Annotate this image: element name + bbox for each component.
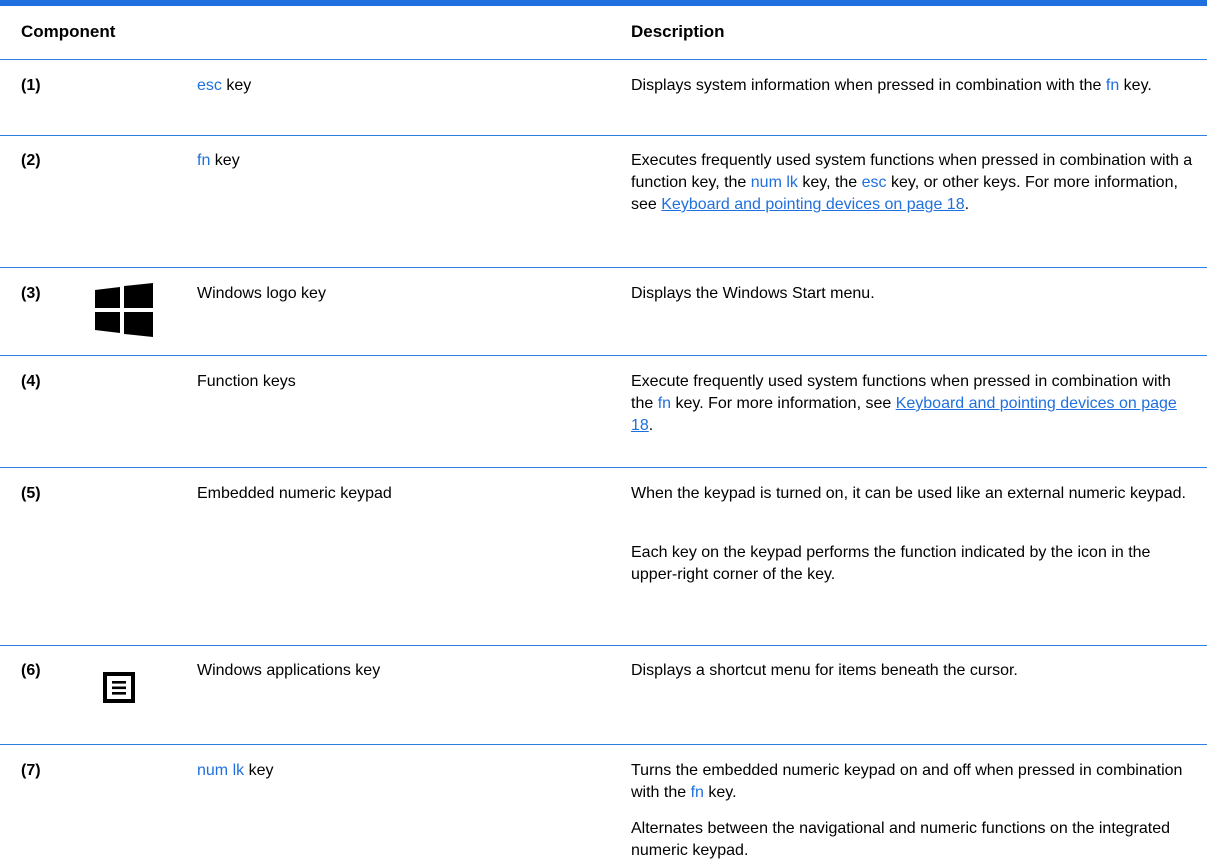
table-top-rule	[0, 0, 1207, 6]
row-divider	[0, 355, 1207, 356]
key-name: fn	[1105, 77, 1120, 94]
component-name: Windows logo key	[197, 285, 326, 302]
row-divider	[0, 467, 1207, 468]
row-number: (4)	[21, 373, 41, 390]
header-divider	[0, 59, 1207, 60]
row-divider	[0, 135, 1207, 136]
row-number: (6)	[21, 662, 41, 679]
component-name: esc key	[197, 77, 252, 94]
row-description: Turns the embedded numeric keypad on and…	[631, 762, 1183, 801]
row-number: (5)	[21, 485, 41, 502]
component-name: Function keys	[197, 373, 296, 390]
row-description: Alternates between the navigational and …	[631, 820, 1171, 859]
row-number: (1)	[21, 77, 41, 94]
row-description: Execute frequently used system functions…	[631, 373, 1177, 434]
row-number: (7)	[21, 762, 41, 779]
key-name: esc	[861, 174, 887, 191]
key-name: esc	[197, 77, 222, 94]
row-description: Displays a shortcut menu for items benea…	[631, 662, 1018, 679]
key-name: fn	[690, 784, 704, 801]
component-name: Embedded numeric keypad	[197, 485, 392, 502]
key-name: num lk	[197, 762, 245, 779]
windows-applications-key-icon	[103, 672, 135, 703]
component-name: num lk key	[197, 762, 274, 779]
component-name: Windows applications key	[197, 662, 381, 679]
header-component: Component	[21, 22, 116, 41]
header-description: Description	[631, 22, 725, 41]
key-name: fn	[657, 395, 672, 412]
component-name: fn key	[197, 152, 240, 169]
row-description: Displays the Windows Start menu.	[631, 285, 875, 302]
key-name: num lk	[750, 174, 798, 191]
row-divider	[0, 645, 1207, 646]
row-divider	[0, 744, 1207, 745]
row-divider	[0, 267, 1207, 268]
keyboard-devices-link[interactable]: Keyboard and pointing devices on page 18	[661, 196, 964, 213]
row-number: (2)	[21, 152, 41, 169]
key-name: fn	[197, 152, 211, 169]
row-description: Executes frequently used system function…	[631, 152, 1193, 213]
windows-logo-icon	[95, 283, 153, 337]
row-description: Displays system information when pressed…	[631, 77, 1152, 94]
row-number: (3)	[21, 285, 41, 302]
row-description: Each key on the keypad performs the func…	[631, 544, 1151, 583]
row-description: When the keypad is turned on, it can be …	[631, 485, 1186, 502]
